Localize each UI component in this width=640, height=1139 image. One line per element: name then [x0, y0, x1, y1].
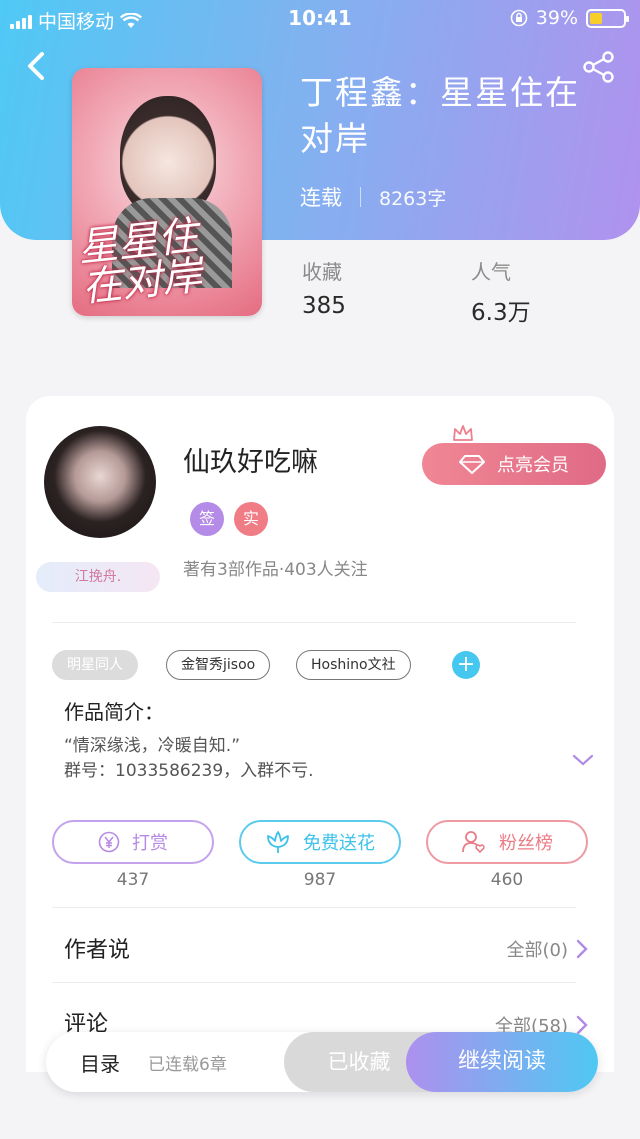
stat-popularity: 人气 6.3万: [471, 256, 531, 327]
flower-icon: [267, 831, 289, 853]
signed-badge: 签: [190, 502, 224, 536]
divider: [52, 982, 576, 983]
crown-icon: [453, 425, 473, 441]
chapter-count: 已连载6章: [148, 1055, 227, 1075]
chevron-right-icon: [576, 1015, 588, 1035]
status-bar: 中国移动 10:41 39%: [0, 0, 640, 36]
vip-label: 点亮会员: [497, 455, 569, 476]
author-says-label: 作者说: [64, 938, 131, 963]
fan-ranking-label: 粉丝榜: [499, 833, 553, 854]
tag-chip[interactable]: 金智秀jisoo: [166, 650, 271, 680]
intro-title: 作品简介：: [64, 700, 164, 724]
tip-button[interactable]: 打赏: [52, 820, 214, 864]
word-count: 8263字: [379, 187, 447, 210]
author-avatar[interactable]: [44, 426, 156, 538]
tag-chip[interactable]: 明星同人: [52, 650, 138, 680]
add-tag-button[interactable]: +: [452, 651, 480, 679]
flower-count: 987: [303, 870, 337, 890]
stat-value: 6.3万: [471, 300, 531, 326]
divider: [52, 622, 576, 623]
author-summary: 著有3部作品·403人关注: [183, 560, 368, 580]
battery-percent: 39%: [535, 7, 578, 29]
chevron-down-icon[interactable]: [572, 752, 594, 768]
divider: [52, 907, 576, 908]
stat-label: 人气: [471, 260, 511, 284]
send-flower-button[interactable]: 免费送花: [239, 820, 401, 864]
battery-icon: [586, 8, 629, 28]
continue-reading-button[interactable]: 继续阅读: [406, 1032, 598, 1092]
send-flower-label: 免费送花: [303, 833, 375, 854]
verified-badge: 实: [234, 502, 268, 536]
avatar-badge: 江挽舟.: [36, 562, 160, 592]
intro-text: “情深缘浅，冷暖自知.” 群号：1033586239，入群不亏.: [64, 736, 314, 781]
author-says-more[interactable]: 全部(0): [507, 936, 589, 962]
stat-label: 收藏: [302, 260, 342, 284]
cover-title-art: 星星住在对岸: [75, 212, 205, 312]
stat-value: 385: [302, 293, 346, 319]
book-meta: 连载 8263字: [300, 182, 446, 212]
fan-ranking-button[interactable]: 粉丝榜: [426, 820, 588, 864]
yuan-icon: [98, 831, 120, 853]
author-name[interactable]: 仙玖好吃嘛: [183, 440, 318, 479]
user-heart-icon: [462, 831, 485, 854]
author-says-count: 全部(0): [506, 940, 569, 961]
tip-label: 打赏: [132, 833, 168, 854]
book-title: 丁程鑫：星星住在对岸: [300, 73, 580, 158]
rotation-lock-icon: [510, 9, 528, 27]
book-cover[interactable]: 星星住在对岸: [72, 68, 262, 316]
bottom-action-bar: 目录 已连载6章 已收藏 继续阅读: [46, 1032, 598, 1092]
catalog-button[interactable]: 目录: [80, 1048, 120, 1077]
diamond-icon: [459, 455, 485, 474]
chevron-right-icon: [576, 939, 588, 959]
fan-count: 460: [490, 870, 524, 890]
stat-favorites: 收藏 385: [302, 256, 346, 319]
back-icon[interactable]: [22, 48, 52, 84]
tag-chip[interactable]: Hoshino文社: [296, 650, 411, 680]
serial-status: 连载: [300, 186, 342, 210]
vip-button[interactable]: 点亮会员: [422, 443, 606, 485]
meta-divider: [360, 187, 361, 207]
tip-count: 437: [116, 870, 150, 890]
